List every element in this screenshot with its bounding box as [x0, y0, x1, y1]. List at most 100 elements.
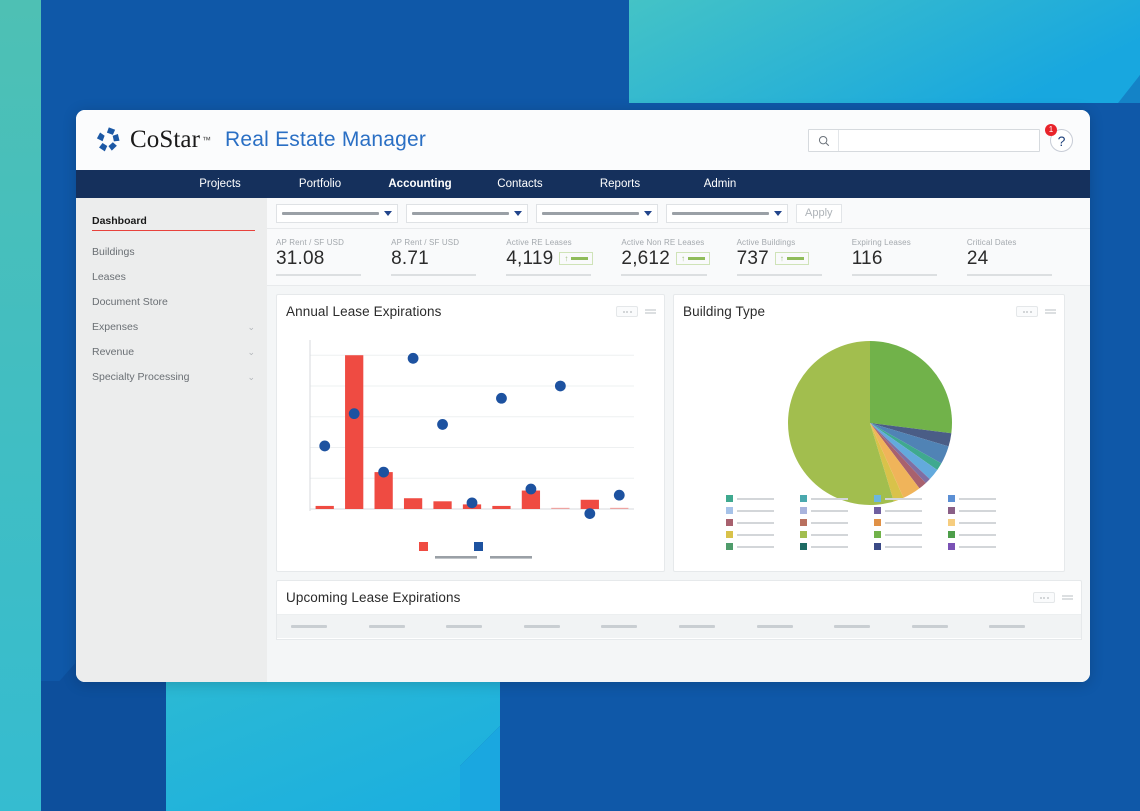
kpi-ap-rent-sf-usd: AP Rent / SF USD31.08: [276, 238, 391, 285]
drag-handle-icon[interactable]: [1062, 595, 1073, 600]
pie-chart: [674, 328, 1064, 513]
legend-item[interactable]: [800, 495, 874, 502]
legend-item[interactable]: [948, 543, 1022, 550]
filter-3-select[interactable]: [536, 204, 658, 223]
ellipsis-icon[interactable]: [1033, 592, 1055, 603]
nav-item-portfolio[interactable]: Portfolio: [270, 170, 370, 198]
sidebar-item-dashboard[interactable]: Dashboard: [76, 209, 267, 233]
kpi-value: 31.08: [276, 249, 325, 268]
column-header-redacted: [679, 625, 715, 628]
nav-item-accounting[interactable]: Accounting: [370, 170, 470, 198]
title-bar: CoStar ™ Real Estate Manager ? 1: [76, 110, 1090, 170]
drag-handle-icon[interactable]: [645, 309, 656, 314]
legend-color-swatch: [726, 507, 733, 514]
ellipsis-icon[interactable]: [1016, 306, 1038, 317]
legend-item[interactable]: [948, 531, 1022, 538]
nav-item-projects[interactable]: Projects: [170, 170, 270, 198]
table-column-header[interactable]: [369, 625, 447, 628]
search-input[interactable]: [839, 130, 1039, 151]
legend-item[interactable]: [800, 531, 874, 538]
kpi-trend-badge: ↑: [775, 252, 809, 265]
filter-2-select[interactable]: [406, 204, 528, 223]
legend-label-redacted: [737, 510, 774, 512]
nav-item-admin[interactable]: Admin: [670, 170, 770, 198]
chevron-down-icon[interactable]: ⌄: [247, 373, 255, 382]
legend-item[interactable]: [726, 543, 800, 550]
sidebar-item-document-store[interactable]: Document Store: [76, 290, 267, 314]
legend-item[interactable]: [948, 495, 1022, 502]
legend-item[interactable]: [726, 519, 800, 526]
kpi-label: Active RE Leases: [506, 238, 615, 247]
legend-item[interactable]: [874, 507, 948, 514]
application-window: CoStar ™ Real Estate Manager ? 1 Project…: [76, 110, 1090, 682]
sidebar-item-buildings[interactable]: Buildings: [76, 240, 267, 264]
legend-item[interactable]: [800, 519, 874, 526]
kpi-active-re-leases: Active RE Leases4,119↑: [506, 238, 621, 285]
kpi-label: AP Rent / SF USD: [391, 238, 500, 247]
kpi-expiring-leases: Expiring Leases116: [852, 238, 967, 285]
legend-item[interactable]: [726, 495, 800, 502]
table-column-header[interactable]: [446, 625, 524, 628]
table-column-header[interactable]: [989, 625, 1067, 628]
sidebar-item-specialty-processing[interactable]: Specialty Processing⌄: [76, 365, 267, 389]
kpi-summary-row: AP Rent / SF USD31.08AP Rent / SF USD8.7…: [267, 229, 1090, 286]
kpi-label: Expiring Leases: [852, 238, 961, 247]
ellipsis-icon[interactable]: [616, 306, 638, 317]
table-column-header[interactable]: [757, 625, 835, 628]
pie-slice[interactable]: [870, 341, 952, 433]
brand-name: CoStar: [130, 126, 200, 154]
bar-scatter-chart: [277, 328, 664, 571]
chevron-down-icon: [774, 211, 782, 216]
kpi-underline: [276, 274, 361, 276]
apply-button[interactable]: Apply: [796, 204, 842, 223]
kpi-underline: [391, 274, 476, 276]
sidebar-item-leases[interactable]: Leases: [76, 265, 267, 289]
table-column-header[interactable]: [291, 625, 369, 628]
filter-4-select[interactable]: [666, 204, 788, 223]
annual-lease-expirations-card: Annual Lease Expirations: [276, 294, 665, 572]
arrow-up-icon: ↑: [780, 255, 784, 263]
legend-label-redacted: [885, 522, 922, 524]
legend-label-redacted: [959, 522, 996, 524]
legend-color-swatch: [726, 495, 733, 502]
kpi-label: Critical Dates: [967, 238, 1076, 247]
legend-item[interactable]: [948, 507, 1022, 514]
search-box[interactable]: [808, 129, 1040, 152]
legend-item[interactable]: [726, 531, 800, 538]
legend-label-redacted: [885, 546, 922, 548]
chevron-down-icon[interactable]: ⌄: [247, 348, 255, 357]
table-column-header[interactable]: [912, 625, 990, 628]
sidebar-item-revenue[interactable]: Revenue⌄: [76, 340, 267, 364]
legend-item[interactable]: [726, 507, 800, 514]
content-area: DashboardBuildingsLeasesDocument StoreEx…: [76, 198, 1090, 682]
column-header-redacted: [989, 625, 1025, 628]
legend-item[interactable]: [874, 519, 948, 526]
table-column-header[interactable]: [601, 625, 679, 628]
column-header-redacted: [834, 625, 870, 628]
sidebar-item-expenses[interactable]: Expenses⌄: [76, 315, 267, 339]
legend-item[interactable]: [800, 507, 874, 514]
legend-item[interactable]: [874, 495, 948, 502]
column-header-redacted: [601, 625, 637, 628]
drag-handle-icon[interactable]: [1045, 309, 1056, 314]
legend-item[interactable]: [874, 543, 948, 550]
nav-item-contacts[interactable]: Contacts: [470, 170, 570, 198]
legend-label-redacted: [811, 534, 848, 536]
nav-item-reports[interactable]: Reports: [570, 170, 670, 198]
chevron-down-icon[interactable]: ⌄: [247, 323, 255, 332]
product-title: Real Estate Manager: [225, 128, 426, 152]
legend-label-redacted: [737, 522, 774, 524]
table-column-header[interactable]: [524, 625, 602, 628]
chevron-down-icon: [514, 211, 522, 216]
table-column-header[interactable]: [834, 625, 912, 628]
filter-1-select[interactable]: [276, 204, 398, 223]
legend-label-redacted: [811, 546, 848, 548]
legend-item[interactable]: [874, 531, 948, 538]
table-column-header[interactable]: [679, 625, 757, 628]
legend-color-swatch: [874, 531, 881, 538]
legend-item[interactable]: [948, 519, 1022, 526]
sidebar-item-label: Expenses: [92, 321, 247, 333]
legend-item[interactable]: [800, 543, 874, 550]
kpi-ap-rent-sf-usd: AP Rent / SF USD8.71: [391, 238, 506, 285]
kpi-active-non-re-leases: Active Non RE Leases2,612↑: [621, 238, 736, 285]
